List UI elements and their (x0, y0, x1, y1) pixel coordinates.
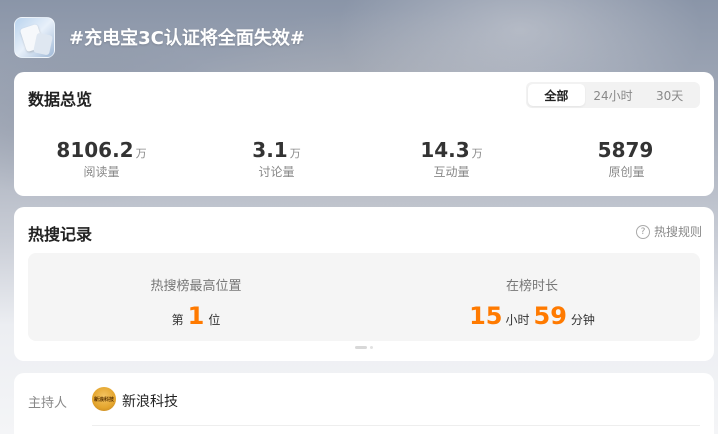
rank-prefix: 第 (171, 313, 184, 327)
stat-unit: 万 (289, 147, 301, 160)
stat-value: 5879 (597, 138, 654, 162)
rules-label: 热搜规则 (653, 225, 702, 239)
stat-label: 原创量 (608, 165, 645, 179)
stat-discussions: 3.1 万 讨论量 (189, 138, 364, 180)
duration-value-row: 15 小时 59 分钟 (364, 302, 700, 330)
highest-rank-label: 热搜榜最高位置 (150, 279, 242, 294)
host-card: 主持人 新浪科技 新浪科技 (14, 373, 714, 434)
stat-value-row: 5879 (539, 138, 714, 162)
minutes-unit: 分钟 (570, 313, 595, 327)
stat-value-row: 14.3 万 (364, 138, 539, 162)
stat-unit: 万 (135, 147, 147, 160)
topic-thumbnail (14, 16, 55, 58)
stat-value-row: 3.1 万 (189, 138, 364, 162)
indicator-dot-active (355, 346, 367, 349)
hours-unit: 小时 (505, 313, 530, 327)
stat-reads: 8106.2 万 阅读量 (14, 138, 189, 180)
host-label: 主持人 (28, 396, 68, 411)
tab-all[interactable]: 全部 (528, 84, 585, 106)
rank-value: 1 (187, 302, 205, 330)
stat-value: 3.1 (252, 138, 288, 162)
host-avatar[interactable]: 新浪科技 (92, 387, 116, 411)
power-bank-image-secondary (33, 32, 53, 55)
hot-search-title: 热搜记录 (28, 225, 93, 244)
duration-label: 在榜时长 (505, 279, 558, 294)
rank-suffix: 位 (208, 313, 221, 327)
on-list-duration: 在榜时长 15 小时 59 分钟 (364, 253, 700, 341)
carousel-indicator (355, 346, 373, 349)
data-overview-card: 数据总览 全部 24小时 30天 8106.2 万 阅读量 3.1 万 讨论量 … (14, 72, 714, 196)
question-icon: ? (635, 224, 650, 239)
stat-label: 互动量 (433, 165, 470, 179)
stat-interactions: 14.3 万 互动量 (364, 138, 539, 180)
host-name[interactable]: 新浪科技 (122, 391, 178, 411)
overview-title: 数据总览 (28, 90, 93, 109)
hot-search-panel: 热搜榜最高位置 第 1 位 在榜时长 15 小时 59 分钟 (28, 253, 700, 341)
stat-value: 14.3 (420, 138, 470, 162)
topic-header: #充电宝3C认证将全面失效# (14, 16, 305, 58)
stats-row: 8106.2 万 阅读量 3.1 万 讨论量 14.3 万 互动量 5879 原 (14, 138, 714, 180)
hot-search-card: 热搜记录 ? 热搜规则 热搜榜最高位置 第 1 位 在榜时长 15 小时 59 … (14, 207, 714, 361)
highest-rank-value-row: 第 1 位 (28, 302, 364, 330)
avatar-logo-text: 新浪科技 (93, 396, 114, 403)
stat-originals: 5879 原创量 (539, 138, 714, 180)
highest-rank: 热搜榜最高位置 第 1 位 (28, 253, 364, 341)
stat-label: 阅读量 (83, 165, 120, 179)
stat-value: 8106.2 (56, 138, 134, 162)
divider (92, 425, 700, 426)
indicator-dot (370, 346, 373, 349)
stat-label: 讨论量 (258, 165, 295, 179)
tab-24h[interactable]: 24小时 (585, 84, 642, 106)
hot-search-rules-link[interactable]: ? 热搜规则 (635, 223, 702, 240)
topic-title: #充电宝3C认证将全面失效# (69, 28, 305, 49)
tab-30d[interactable]: 30天 (641, 84, 698, 106)
stat-value-row: 8106.2 万 (14, 138, 189, 162)
stat-unit: 万 (471, 147, 483, 160)
duration-hours: 15 (469, 302, 503, 330)
duration-minutes: 59 (533, 302, 567, 330)
time-range-tabs: 全部 24小时 30天 (526, 82, 700, 108)
